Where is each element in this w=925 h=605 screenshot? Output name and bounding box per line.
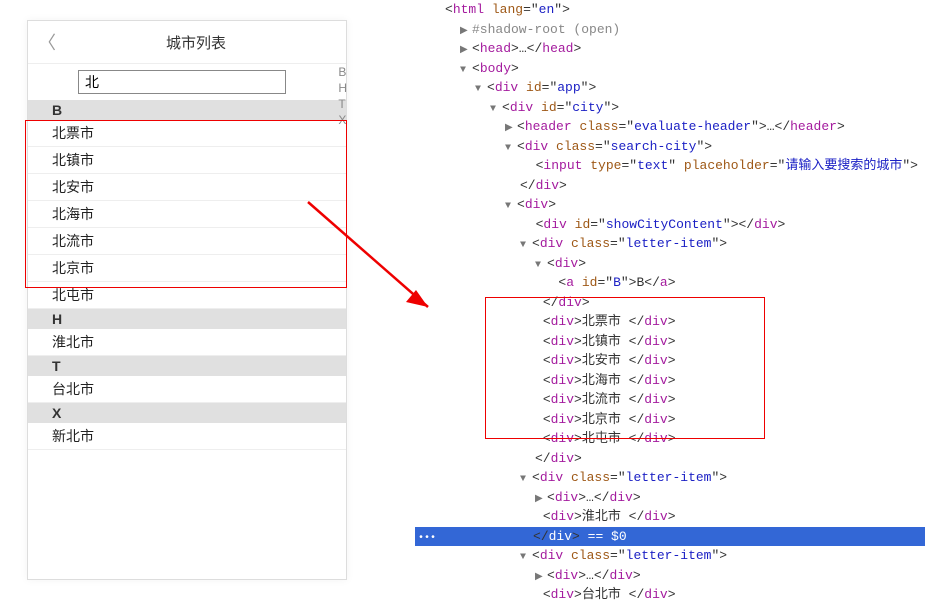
dom-line[interactable]: <input type="text" placeholder="请输入要搜索的城… (415, 156, 925, 176)
dom-line[interactable]: <div> (415, 195, 925, 215)
dom-line[interactable]: <div> (415, 254, 925, 274)
dom-line-selected[interactable]: •••</div> == $0 (415, 527, 925, 547)
dom-line[interactable]: <div>…</div> (415, 488, 925, 508)
city-item[interactable]: 北安市 (28, 174, 346, 201)
devtools-panel: <html lang="en"> #shadow-root (open) <he… (415, 0, 925, 605)
dom-line[interactable]: </div> (415, 293, 925, 313)
search-input[interactable] (78, 70, 286, 94)
alpha-index-bar: B H T X (334, 65, 351, 127)
dom-line[interactable]: <div class="letter-item"> (415, 546, 925, 566)
city-item[interactable]: 北屯市 (28, 282, 346, 309)
app-header: 〈 城市列表 (28, 21, 346, 64)
city-item[interactable]: 淮北市 (28, 329, 346, 356)
dom-line[interactable]: <div>…</div> (415, 566, 925, 586)
dom-line[interactable]: <div>台北市 </div> (415, 585, 925, 605)
index-letter[interactable]: X (334, 113, 351, 127)
dom-line[interactable]: <div id="showCityContent"></div> (415, 215, 925, 235)
city-item[interactable]: 北海市 (28, 201, 346, 228)
dom-line[interactable]: <div>北京市 </div> (415, 410, 925, 430)
dom-line[interactable]: <body> (415, 59, 925, 79)
dom-line[interactable]: <div id="app"> (415, 78, 925, 98)
dom-line[interactable]: <div>淮北市 </div> (415, 507, 925, 527)
dom-line[interactable]: <html lang="en"> (415, 0, 925, 20)
index-letter[interactable]: H (334, 81, 351, 95)
dom-line[interactable]: <div>北票市 </div> (415, 312, 925, 332)
city-content: B H T X B 北票市 北镇市 北安市 北海市 北流市 北京市 北屯市 H … (28, 100, 346, 450)
search-box (28, 64, 346, 100)
mobile-app-panel: 〈 城市列表 B H T X B 北票市 北镇市 北安市 北海市 北流市 北京市… (27, 20, 347, 580)
dom-line[interactable]: <div>北镇市 </div> (415, 332, 925, 352)
city-item[interactable]: 北京市 (28, 255, 346, 282)
dom-line[interactable]: <div>北安市 </div> (415, 351, 925, 371)
dom-line[interactable]: </div> (415, 449, 925, 469)
city-item[interactable]: 北流市 (28, 228, 346, 255)
section-header-t: T (28, 356, 346, 376)
city-item[interactable]: 新北市 (28, 423, 346, 450)
section-header-h: H (28, 309, 346, 329)
dom-line[interactable]: <head>…</head> (415, 39, 925, 59)
city-item[interactable]: 北票市 (28, 120, 346, 147)
dom-line[interactable]: <div>北流市 </div> (415, 390, 925, 410)
dom-line[interactable]: <div>北海市 </div> (415, 371, 925, 391)
dom-line[interactable]: <div class="letter-item"> (415, 468, 925, 488)
dom-line[interactable]: <header class="evaluate-header">…</heade… (415, 117, 925, 137)
page-title: 城市列表 (56, 32, 336, 53)
dom-line[interactable]: <a id="B">B</a> (415, 273, 925, 293)
dom-line[interactable]: #shadow-root (open) (415, 20, 925, 40)
index-letter[interactable]: T (334, 97, 351, 111)
section-header-x: X (28, 403, 346, 423)
index-letter[interactable]: B (334, 65, 351, 79)
dom-line[interactable]: <div>北屯市 </div> (415, 429, 925, 449)
city-item[interactable]: 北镇市 (28, 147, 346, 174)
section-header-b: B (28, 100, 346, 120)
city-item[interactable]: 台北市 (28, 376, 346, 403)
back-chevron-icon[interactable]: 〈 (38, 29, 56, 55)
dom-line[interactable]: <div id="city"> (415, 98, 925, 118)
dom-line[interactable]: <div class="search-city"> (415, 137, 925, 157)
dom-line[interactable]: </div> (415, 176, 925, 196)
dom-line[interactable]: <div class="letter-item"> (415, 234, 925, 254)
